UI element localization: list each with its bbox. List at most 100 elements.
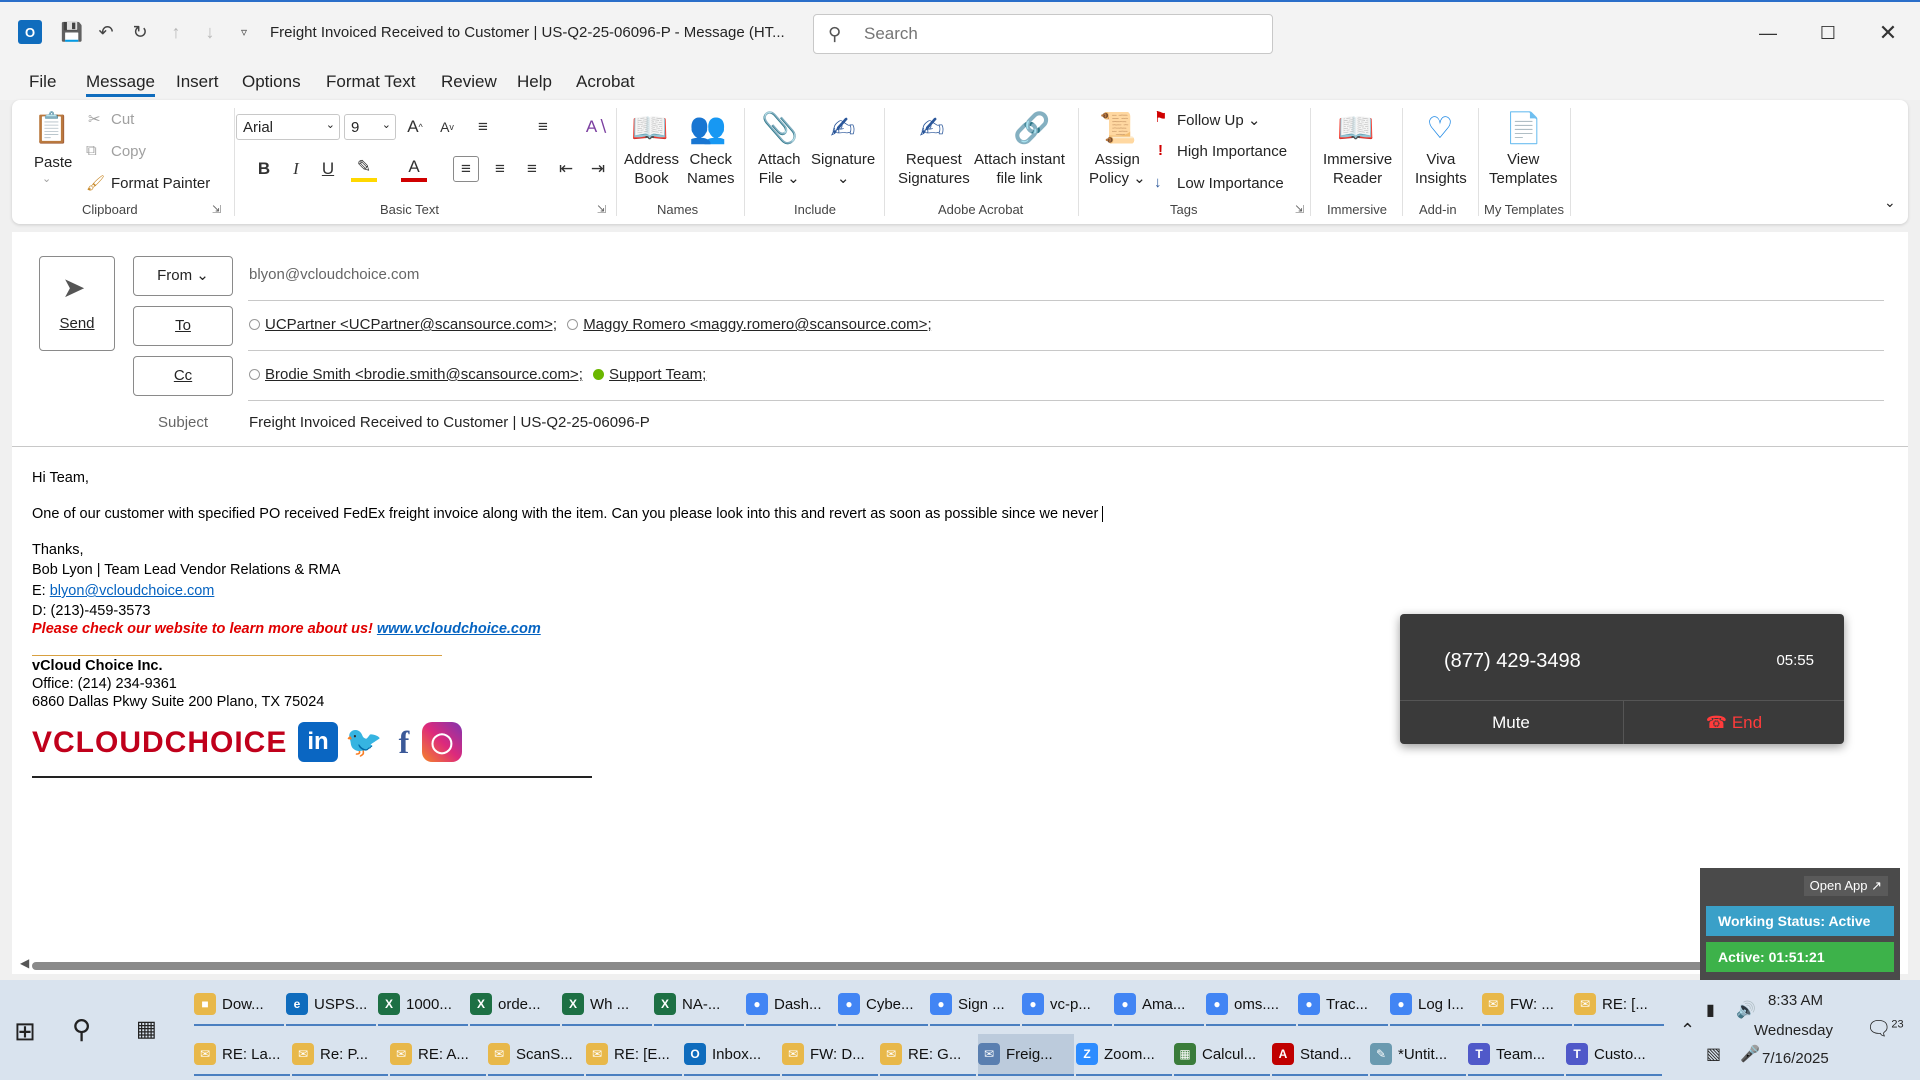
shrink-font-icon[interactable]: Av	[434, 114, 460, 140]
tab-insert[interactable]: Insert	[176, 72, 219, 92]
tab-help[interactable]: Help	[517, 72, 552, 92]
taskbar-button[interactable]: ✉ RE: [E...	[586, 1034, 682, 1076]
taskbar-button[interactable]: A Stand...	[1272, 1034, 1368, 1076]
paperclip-icon[interactable]: 📎	[760, 108, 800, 148]
scroll-left-icon[interactable]: ◀	[20, 956, 29, 970]
taskbar-button[interactable]: X NA-...	[654, 984, 744, 1026]
taskbar-button[interactable]: ✉ RE: A...	[390, 1034, 486, 1076]
highlight-icon[interactable]: ✎	[351, 156, 377, 182]
search-box[interactable]: ⚲	[813, 14, 1273, 54]
customize-toolbar-icon[interactable]: ▿	[232, 20, 256, 44]
recipient-chip[interactable]: Maggy Romero <maggy.romero@scansource.co…	[583, 316, 931, 333]
italic-icon[interactable]: I	[283, 156, 309, 182]
recipient-chip[interactable]: Brodie Smith <brodie.smith@scansource.co…	[265, 366, 583, 383]
taskbar-button[interactable]: ● Cybe...	[838, 984, 928, 1026]
tab-file[interactable]: File	[29, 72, 56, 92]
paste-icon[interactable]: 📋	[32, 108, 72, 148]
bullets-icon[interactable]: ≡	[470, 114, 496, 140]
low-importance-button[interactable]: Low Importance	[1177, 175, 1284, 192]
taskbar-button[interactable]: ✉ Re: P...	[292, 1034, 388, 1076]
network-icon[interactable]: ▧	[1706, 1044, 1721, 1064]
attach-link-icon[interactable]: 🔗	[1012, 108, 1052, 148]
align-left-icon[interactable]: ≡	[453, 156, 479, 182]
tab-options[interactable]: Options	[242, 72, 301, 92]
taskbar-button[interactable]: ✉ RE: [...	[1574, 984, 1664, 1026]
clipboard-launcher-icon[interactable]: ⇲	[212, 203, 221, 216]
view-templates-button[interactable]: View Templates	[1489, 150, 1557, 188]
windows-start-icon[interactable]: ⊞	[14, 1016, 36, 1047]
taskbar-button[interactable]: ▦ Calcul...	[1174, 1034, 1270, 1076]
cc-field[interactable]: Brodie Smith <brodie.smith@scansource.co…	[249, 366, 712, 383]
align-center-icon[interactable]: ≡	[487, 156, 513, 182]
previous-item-icon[interactable]: ↑	[164, 20, 188, 44]
grow-font-icon[interactable]: A ^	[402, 114, 428, 140]
save-icon[interactable]: 💾	[60, 20, 84, 44]
paste-chevron-icon[interactable]: ⌄	[42, 172, 51, 185]
taskbar-button[interactable]: O Inbox...	[684, 1034, 780, 1076]
taskbar-button[interactable]: T Team...	[1468, 1034, 1564, 1076]
taskbar-button[interactable]: ✉ RE: La...	[194, 1034, 290, 1076]
subject-input[interactable]: Freight Invoiced Received to Customer | …	[249, 414, 650, 431]
taskbar-button[interactable]: ● Log I...	[1390, 984, 1480, 1026]
taskbar-button[interactable]: ✉ RE: G...	[880, 1034, 976, 1076]
clock-time[interactable]: 8:33 AM	[1768, 992, 1823, 1009]
taskbar-button[interactable]: ● Dash...	[746, 984, 836, 1026]
clock-date[interactable]: 7/16/2025	[1762, 1050, 1829, 1067]
tray-chevron-icon[interactable]: ⌃	[1680, 1020, 1695, 1041]
task-view-icon[interactable]: ▦	[136, 1016, 157, 1042]
taskbar-button[interactable]: ✎ *Untit...	[1370, 1034, 1466, 1076]
close-button[interactable]: ✕	[1868, 16, 1908, 50]
bold-icon[interactable]: B	[251, 156, 277, 182]
viva-insights-button[interactable]: Viva Insights	[1415, 150, 1467, 188]
website-link[interactable]: www.vcloudchoice.com	[377, 621, 541, 637]
taskbar-button[interactable]: ✉ Freig...	[978, 1034, 1074, 1076]
clock-day[interactable]: Wednesday	[1754, 1022, 1833, 1039]
taskbar-button[interactable]: ● Sign ...	[930, 984, 1020, 1026]
decrease-indent-icon[interactable]: ⇤	[553, 156, 579, 182]
taskbar-button[interactable]: ● Ama...	[1114, 984, 1204, 1026]
copy-button[interactable]: Copy	[111, 143, 146, 160]
paste-button[interactable]: Paste	[34, 153, 72, 172]
font-size-select[interactable]: 9 ⌄	[344, 114, 396, 140]
underline-icon[interactable]: U	[315, 156, 341, 182]
cc-button[interactable]: Cc	[133, 356, 233, 396]
facebook-icon[interactable]: f	[384, 722, 424, 762]
end-call-button[interactable]: ☎ End	[1623, 701, 1844, 744]
format-painter-button[interactable]: Format Painter	[111, 175, 210, 192]
increase-indent-icon[interactable]: ⇥	[585, 156, 611, 182]
redo-icon[interactable]: ↻	[128, 20, 152, 44]
taskbar-button[interactable]: X Wh ...	[562, 984, 652, 1026]
attach-file-button[interactable]: Attach File ⌄	[758, 150, 801, 188]
minimize-button[interactable]: —	[1748, 16, 1788, 50]
taskbar-button[interactable]: ✉ FW: ...	[1482, 984, 1572, 1026]
working-status-badge[interactable]: Working Status: Active	[1706, 906, 1894, 936]
notification-center-icon[interactable]: 🗨23	[1866, 1016, 1904, 1041]
signature-icon[interactable]: ✍	[823, 108, 863, 148]
tab-format-text[interactable]: Format Text	[326, 72, 415, 92]
from-button[interactable]: From ⌄	[133, 256, 233, 296]
immersive-reader-icon[interactable]: 📖	[1336, 108, 1376, 148]
align-right-icon[interactable]: ≡	[519, 156, 545, 182]
taskbar-button[interactable]: T Custo...	[1566, 1034, 1662, 1076]
open-app-button[interactable]: Open App ↗	[1803, 876, 1888, 896]
request-signatures-button[interactable]: Request Signatures	[898, 150, 970, 188]
taskbar-button[interactable]: ✉ ScanS...	[488, 1034, 584, 1076]
signature-email-link[interactable]: blyon@vcloudchoice.com	[50, 583, 215, 599]
viva-insights-icon[interactable]: ♡	[1420, 108, 1460, 148]
attach-instant-link-button[interactable]: Attach instant file link	[974, 150, 1065, 188]
tab-message[interactable]: Message	[86, 72, 155, 97]
next-item-icon[interactable]: ↓	[198, 20, 222, 44]
taskbar-button[interactable]: Z Zoom...	[1076, 1034, 1172, 1076]
taskbar-button[interactable]: ● oms....	[1206, 984, 1296, 1026]
undo-icon[interactable]: ↶	[94, 20, 118, 44]
taskbar-button[interactable]: ● Trac...	[1298, 984, 1388, 1026]
signature-button[interactable]: Signature ⌄	[811, 150, 875, 188]
tab-review[interactable]: Review	[441, 72, 497, 92]
to-button[interactable]: To	[133, 306, 233, 346]
cut-button[interactable]: Cut	[111, 111, 134, 128]
taskbar-button[interactable]: ■ Dow...	[194, 984, 284, 1026]
taskbar-button[interactable]: e USPS...	[286, 984, 376, 1026]
horizontal-scrollbar[interactable]	[32, 962, 1712, 970]
search-input[interactable]	[864, 23, 1254, 45]
battery-icon[interactable]: ▮	[1706, 1000, 1715, 1020]
